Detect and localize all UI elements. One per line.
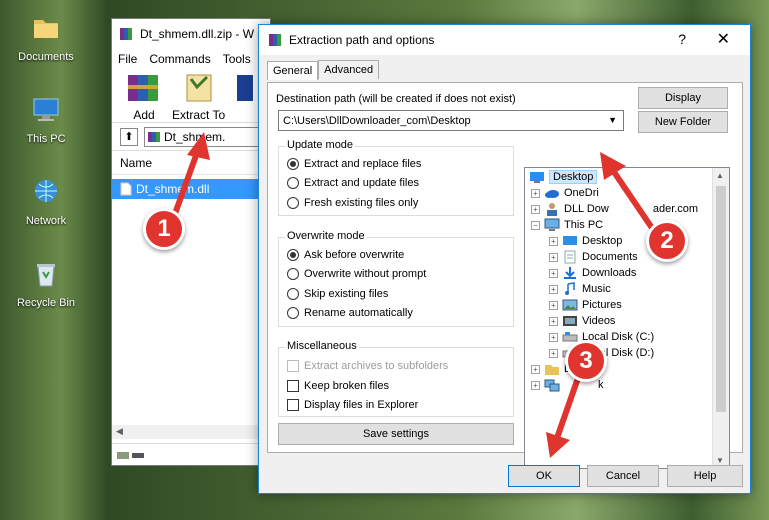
callout-badge-1: 1 [143, 208, 185, 250]
callout-badge-2: 2 [646, 220, 688, 262]
callout-arrows [169, 132, 655, 458]
arrow-2 [600, 152, 655, 230]
callout-badge-3: 3 [565, 340, 607, 382]
arrow-1 [169, 132, 210, 224]
arrow-3 [546, 377, 581, 458]
